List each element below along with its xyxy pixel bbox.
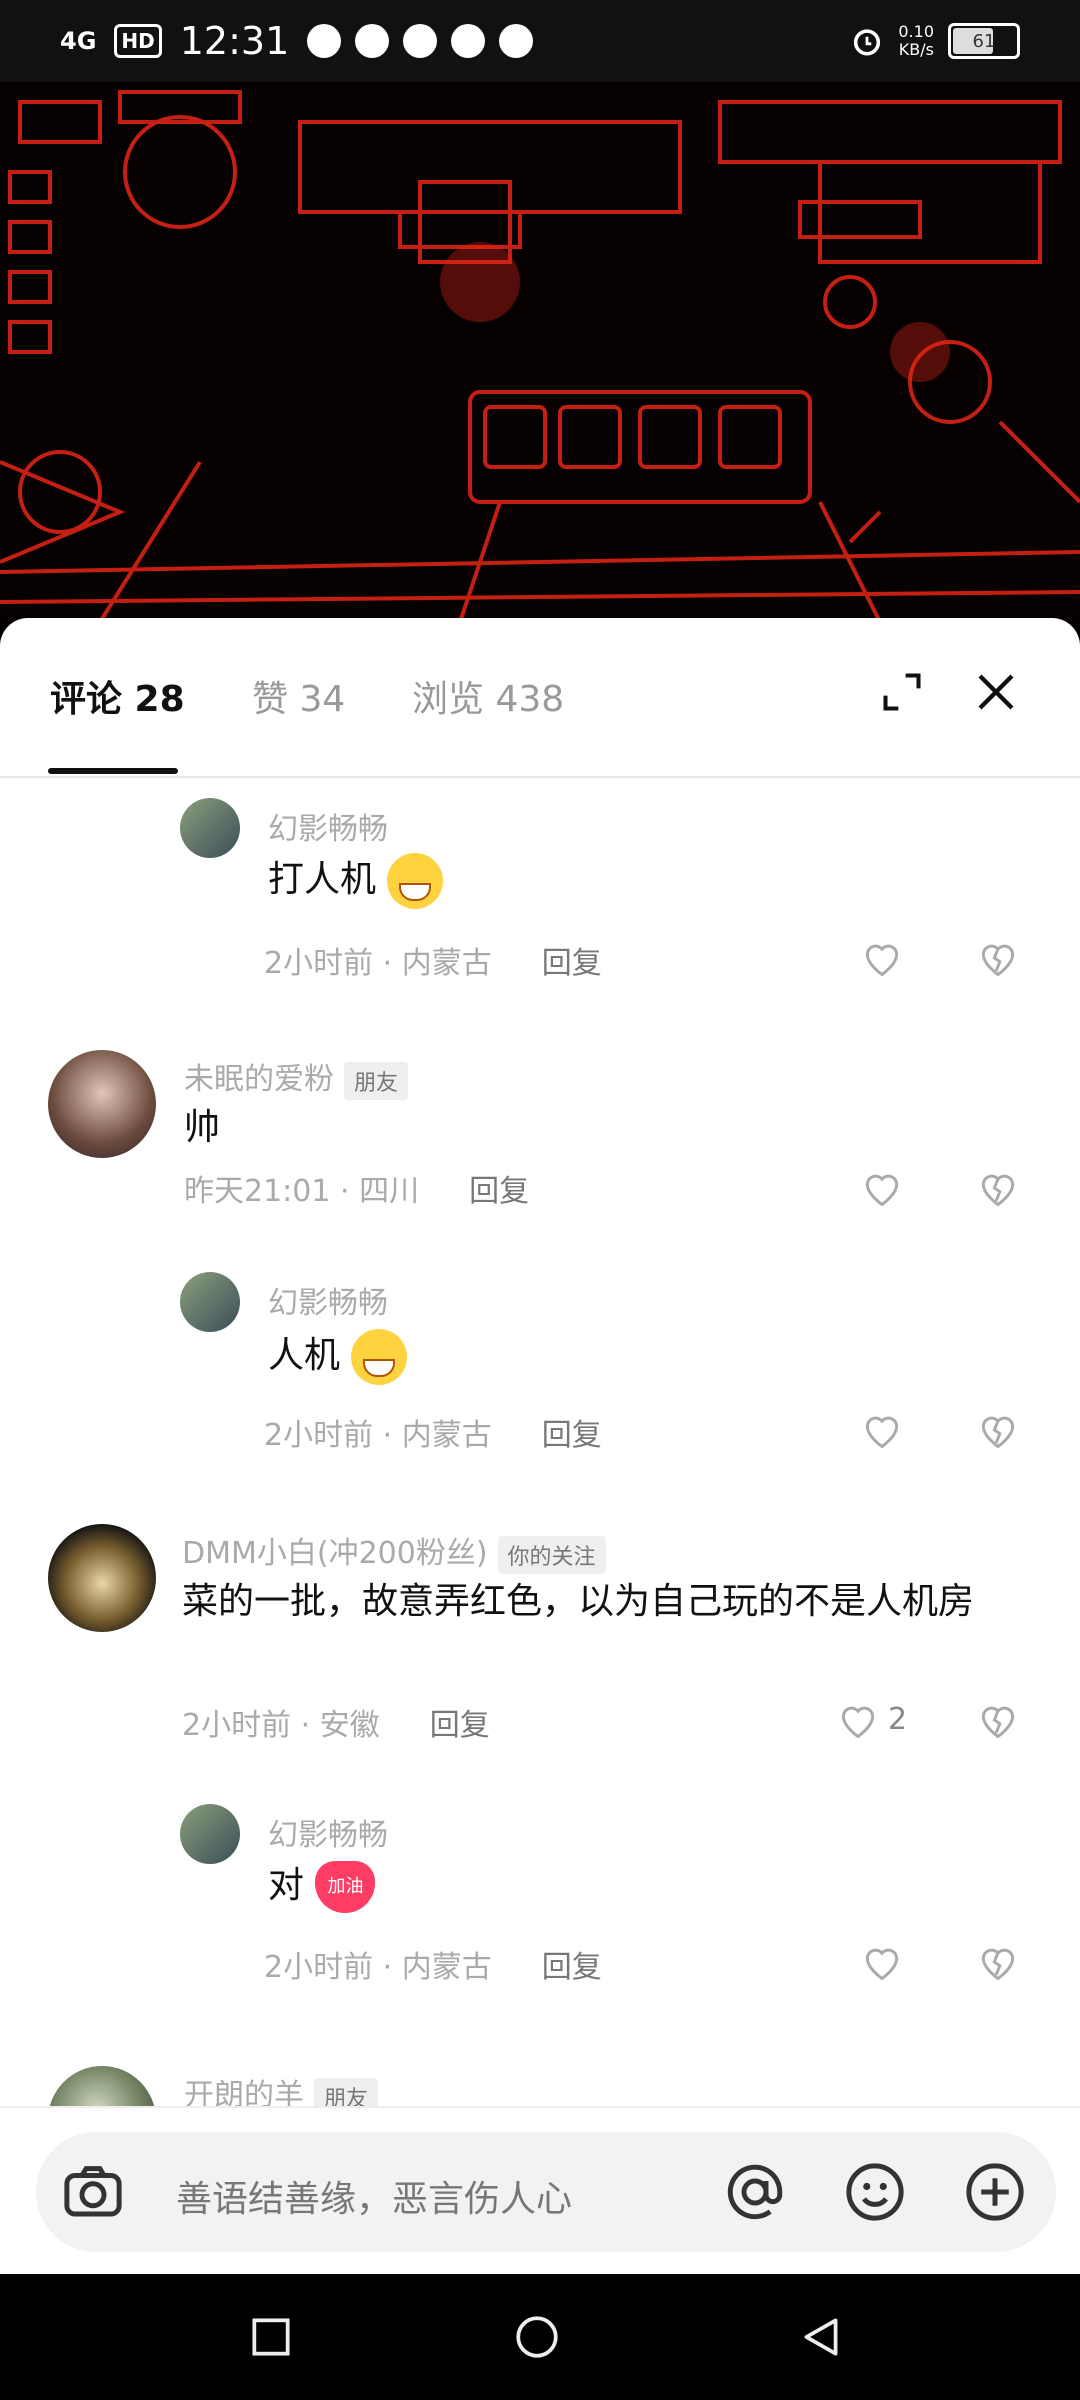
like-icon[interactable] xyxy=(860,1166,904,1210)
username-text[interactable]: 开朗的羊 xyxy=(184,2078,304,2108)
like-icon[interactable] xyxy=(860,1408,904,1452)
app-icon xyxy=(499,24,534,58)
comment-text: 帅 xyxy=(184,1107,221,1148)
system-nav-bar xyxy=(0,2274,1080,2400)
comment-username[interactable]: 幻影畅畅 xyxy=(268,804,388,848)
comment-input-field[interactable]: 善语结善缘，恶言伤人心 xyxy=(36,2132,1056,2252)
video-background[interactable] xyxy=(0,82,1080,622)
comment-meta: 2小时前 · 内蒙古 回复 xyxy=(264,1942,602,1986)
comment-time-location: 2小时前 · 内蒙古 xyxy=(264,1950,492,1985)
friend-badge: 朋友 xyxy=(314,2077,379,2108)
comment-text: 人机 xyxy=(268,1326,408,1386)
following-badge: 你的关注 xyxy=(497,1535,606,1574)
notification-icons xyxy=(307,24,534,58)
reply-button[interactable]: 回复 xyxy=(542,946,602,981)
comment-item: DMM小白(冲200粉丝) 你的关注 菜的一批，故意弄红色，以为自己玩的不是人机房… xyxy=(0,1522,1080,1802)
home-button[interactable] xyxy=(512,2312,562,2362)
hd-indicator: HD xyxy=(114,24,162,58)
comment-username[interactable]: 幻影畅畅 xyxy=(268,1810,388,1854)
comment-text: 对 加油 xyxy=(268,1856,376,1916)
friend-badge: 朋友 xyxy=(344,1061,409,1100)
like-icon[interactable] xyxy=(860,1940,904,1984)
comment-username[interactable]: 幻影畅畅 xyxy=(268,1278,388,1322)
comment-meta: 2小时前 · 内蒙古 回复 xyxy=(264,938,602,982)
tab-likes[interactable]: 赞 34 xyxy=(252,670,345,722)
back-button[interactable] xyxy=(796,2312,846,2362)
dislike-icon[interactable] xyxy=(976,1408,1020,1452)
speed-unit: KB/s xyxy=(898,40,934,59)
reply-button[interactable]: 回复 xyxy=(542,1950,602,1985)
add-icon[interactable] xyxy=(962,2159,1028,2225)
tab-comments[interactable]: 评论 28 xyxy=(50,670,185,722)
recents-button[interactable] xyxy=(246,2312,296,2362)
comment-reply: 幻影畅畅 打人机 2小时前 · 内蒙古 回复 xyxy=(0,778,1080,1008)
avatar[interactable] xyxy=(180,1272,240,1332)
avatar[interactable] xyxy=(48,1050,156,1158)
at-icon[interactable] xyxy=(722,2159,788,2225)
comment-time-location: 昨天21:01 · 四川 xyxy=(184,1174,420,1209)
grin-sweat-emoji xyxy=(351,1329,408,1385)
comment-username: DMM小白(冲200粉丝) 你的关注 xyxy=(182,1528,606,1574)
comment-item: 未眠的爱粉 朋友 帅 昨天21:01 · 四川 回复 xyxy=(0,1048,1080,1248)
dislike-icon[interactable] xyxy=(976,1940,1020,1984)
comment-input-bar: 善语结善缘，恶言伤人心 xyxy=(0,2106,1080,2276)
comment-text-body: 打人机 xyxy=(268,859,377,900)
username-text[interactable]: DMM小白(冲200粉丝) xyxy=(182,1536,488,1571)
comment-time-location: 2小时前 · 内蒙古 xyxy=(264,946,492,981)
expand-icon[interactable] xyxy=(880,670,924,714)
comment-reply: 幻影畅畅 对 加油 2小时前 · 内蒙古 回复 xyxy=(0,1804,1080,2024)
tiktok-icon xyxy=(451,24,486,58)
avatar[interactable] xyxy=(48,1524,156,1632)
alarm-icon xyxy=(854,29,881,56)
like-icon[interactable] xyxy=(860,936,904,980)
comment-meta: 2小时前 · 内蒙古 回复 xyxy=(264,1410,602,1454)
reply-button[interactable]: 回复 xyxy=(469,1174,529,1209)
like-count: 2 xyxy=(888,1702,908,1737)
cheer-heart-emoji: 加油 xyxy=(315,1861,376,1913)
comment-time-location: 2小时前 · 安徽 xyxy=(182,1708,380,1743)
tab-bar: 评论 28 赞 34 浏览 438 xyxy=(0,618,1080,778)
reply-button[interactable]: 回复 xyxy=(430,1708,490,1743)
network-indicator: 4G xyxy=(60,27,97,55)
speed-value: 0.10 xyxy=(898,22,934,42)
neon-scene-image xyxy=(0,82,1080,622)
status-time: 12:31 xyxy=(179,19,290,63)
dislike-icon[interactable] xyxy=(976,1166,1020,1210)
tab-views[interactable]: 浏览 438 xyxy=(412,670,564,722)
avatar[interactable] xyxy=(180,798,240,858)
battery-indicator: 61 xyxy=(948,23,1020,59)
comment-text: 菜的一批，故意弄红色，以为自己玩的不是人机房 xyxy=(182,1581,975,1622)
comment-meta: 昨天21:01 · 四川 回复 xyxy=(184,1166,529,1210)
comment-item: 开朗的羊 朋友 xyxy=(0,2062,1080,2108)
comment-text: 打人机 xyxy=(268,850,444,910)
comment-input-placeholder: 善语结善缘，恶言伤人心 xyxy=(176,2179,573,2220)
emoji-icon[interactable] xyxy=(842,2159,908,2225)
comment-username: 开朗的羊 朋友 xyxy=(184,2070,379,2108)
avatar[interactable] xyxy=(180,1804,240,1864)
active-tab-indicator xyxy=(48,768,178,774)
comment-text-body: 人机 xyxy=(268,1335,341,1376)
dislike-icon[interactable] xyxy=(976,936,1020,980)
avatar[interactable] xyxy=(48,2066,156,2108)
battery-level: 61 xyxy=(972,30,996,52)
network-speed: 0.10 KB/s xyxy=(898,23,934,58)
reply-button[interactable]: 回复 xyxy=(542,1418,602,1453)
comment-time-location: 2小时前 · 内蒙古 xyxy=(264,1418,492,1453)
grin-sweat-emoji xyxy=(387,853,444,909)
comment-meta: 2小时前 · 安徽 回复 xyxy=(182,1700,490,1744)
dislike-icon[interactable] xyxy=(976,1698,1020,1742)
status-bar: 4G HD 12:31 0.10 KB/s 61 xyxy=(0,0,1080,82)
comment-reply: 幻影畅畅 人机 2小时前 · 内蒙古 回复 xyxy=(0,1270,1080,1490)
comment-username: 未眠的爱粉 朋友 xyxy=(184,1054,409,1100)
like-icon[interactable] xyxy=(836,1698,880,1742)
weibo-icon xyxy=(307,24,342,58)
comments-sheet: 评论 28 赞 34 浏览 438 幻影畅畅 打人机 2小时前 · 内蒙古 回复 … xyxy=(0,618,1080,2274)
username-text[interactable]: 未眠的爱粉 xyxy=(184,1062,334,1097)
qq-icon xyxy=(403,24,438,58)
close-icon[interactable] xyxy=(972,668,1020,716)
comment-text-body: 对 xyxy=(268,1865,305,1906)
qq-icon xyxy=(355,24,390,58)
camera-icon[interactable] xyxy=(60,2159,126,2225)
comment-list[interactable]: 幻影畅畅 打人机 2小时前 · 内蒙古 回复 未眠的爱粉 朋友 帅 昨天21:01 … xyxy=(0,778,1080,2108)
